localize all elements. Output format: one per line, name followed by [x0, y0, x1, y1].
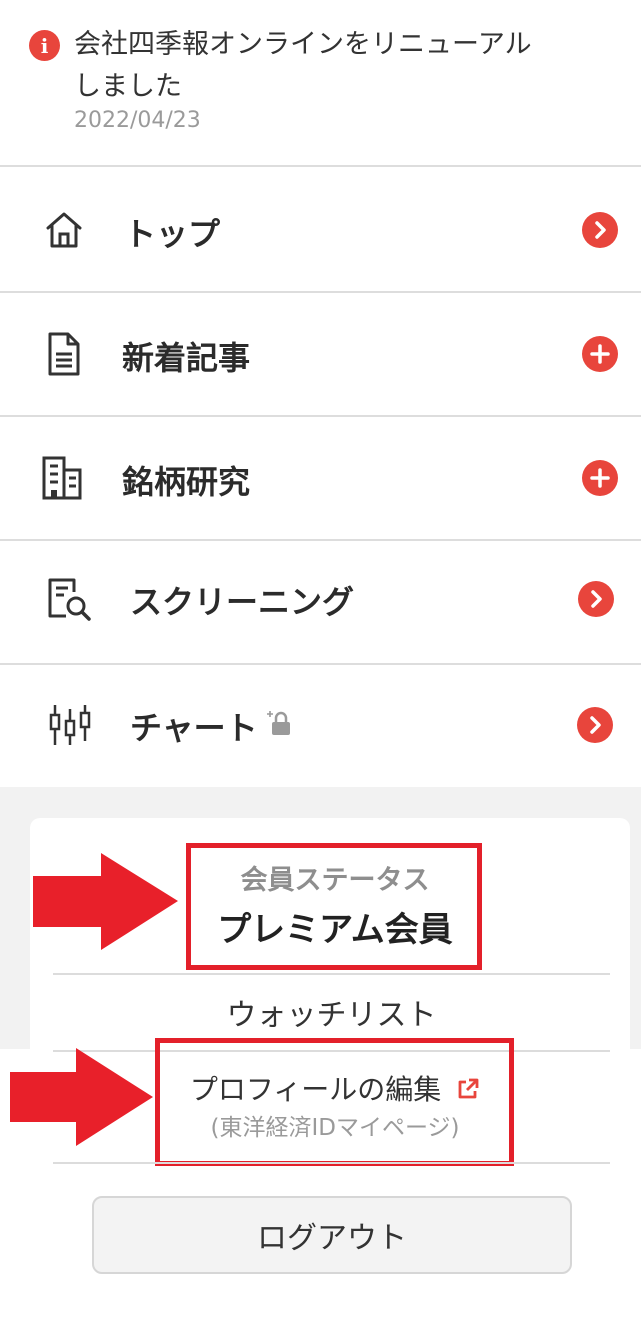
building-icon [42, 456, 82, 500]
notice-banner[interactable]: i 会社四季報オンラインをリニューアルしました 2022/04/23 [0, 0, 641, 167]
search-document-icon [48, 578, 91, 621]
watchlist-link[interactable]: ウォッチリスト [53, 990, 610, 1034]
member-status-highlight-box [186, 843, 482, 970]
home-icon [46, 212, 82, 248]
menu-item-label: 新着記事 [122, 339, 251, 377]
document-icon [48, 332, 80, 376]
annotation-arrow-icon [10, 1048, 153, 1146]
chevron-right-icon[interactable] [582, 212, 618, 248]
logout-button[interactable]: ログアウト [92, 1196, 572, 1274]
notice-date: 2022/04/23 [74, 108, 201, 133]
menu-item-top[interactable]: トップ [0, 169, 641, 293]
lock-icon [267, 711, 290, 735]
chevron-right-icon[interactable] [577, 707, 613, 743]
menu-item-chart[interactable]: チャート [0, 665, 641, 789]
info-icon: i [29, 30, 60, 61]
menu-item-label: トップ [124, 215, 221, 253]
plus-icon[interactable] [582, 460, 618, 496]
menu-item-label: スクリーニング [130, 583, 355, 621]
menu-item-label: 銘柄研究 [122, 463, 251, 501]
divider [53, 973, 610, 975]
menu-item-new-articles[interactable]: 新着記事 [0, 293, 641, 417]
divider [53, 1162, 610, 1164]
notice-title[interactable]: 会社四季報オンラインをリニューアルしました [74, 24, 554, 108]
profile-edit-highlight-box [155, 1038, 514, 1166]
annotation-arrow-icon [33, 853, 178, 950]
chevron-right-icon[interactable] [578, 581, 614, 617]
candlestick-icon [49, 705, 91, 745]
menu-item-label: チャート [130, 709, 258, 747]
menu-item-screening[interactable]: スクリーニング [0, 541, 641, 665]
menu-item-stock-research[interactable]: 銘柄研究 [0, 417, 641, 541]
plus-icon[interactable] [582, 336, 618, 372]
mobile-menu-page: i 会社四季報オンラインをリニューアルしました 2022/04/23 トップ 新… [0, 0, 641, 1322]
